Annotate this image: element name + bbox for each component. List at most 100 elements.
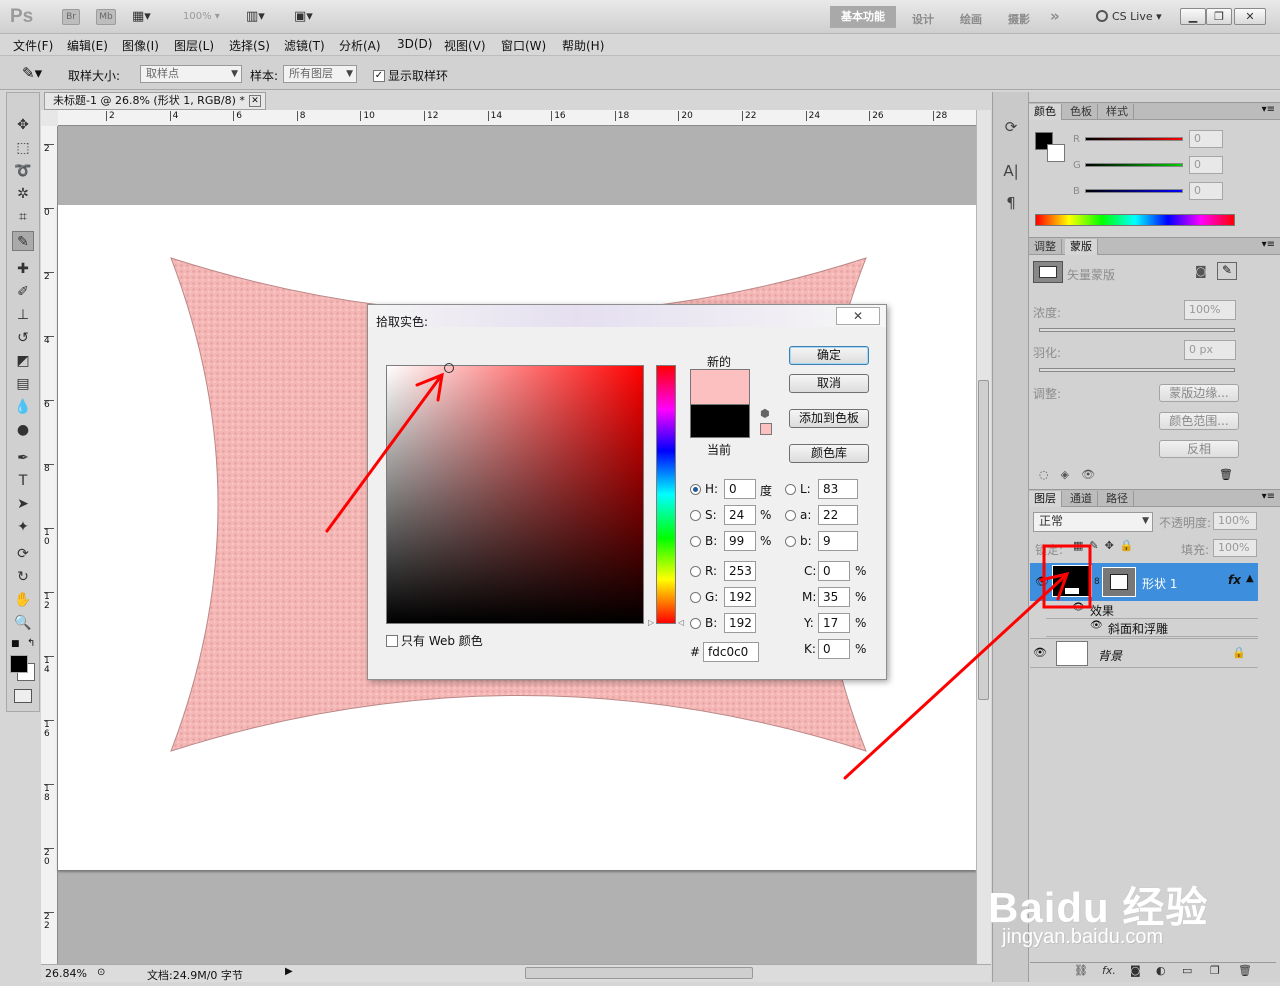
cancel-button[interactable]: 取消: [789, 374, 869, 393]
tab-color[interactable]: 颜色: [1029, 104, 1062, 120]
b-value-field[interactable]: 0: [1189, 182, 1223, 200]
character-panel-icon[interactable]: A|: [1000, 162, 1022, 182]
density-field[interactable]: 100%: [1184, 300, 1236, 320]
eye-icon[interactable]: 👁: [1081, 468, 1107, 481]
layer-row-shape[interactable]: 👁 8 形状 1 fx ▲: [1030, 563, 1258, 601]
radio-b[interactable]: [690, 536, 701, 547]
add-mask-icon[interactable]: ◙: [1130, 964, 1141, 977]
link-icon[interactable]: 8: [1094, 577, 1100, 587]
history-panel-icon[interactable]: ⟳: [1000, 118, 1022, 138]
delete-layer-icon[interactable]: 🗑: [1238, 964, 1252, 977]
s-field[interactable]: 24: [724, 505, 756, 525]
eye-icon[interactable]: 👁: [1032, 646, 1048, 659]
vector-mask-layer-thumbnail[interactable]: [1102, 567, 1136, 597]
panel-menu-icon[interactable]: ▾≡: [1262, 239, 1275, 250]
link-layers-icon[interactable]: ⛓: [1074, 964, 1088, 977]
panel-menu-icon[interactable]: ▾≡: [1262, 491, 1275, 502]
fx-badge[interactable]: fx: [1228, 573, 1241, 587]
color-panel-background[interactable]: [1047, 144, 1065, 162]
new-layer-icon[interactable]: ❐: [1210, 964, 1220, 977]
dialog-titlebar[interactable]: [368, 305, 886, 327]
g-field[interactable]: 192: [724, 587, 756, 607]
invert-button[interactable]: 反相: [1159, 440, 1239, 458]
m-field[interactable]: 35: [818, 587, 850, 607]
new-group-icon[interactable]: ▭: [1182, 964, 1192, 977]
layer-name[interactable]: 背景: [1098, 647, 1122, 664]
radio-g[interactable]: [690, 592, 701, 603]
zoom-readout[interactable]: 26.84%: [45, 967, 87, 980]
hue-slider[interactable]: [656, 365, 676, 624]
radio-s[interactable]: [690, 510, 701, 521]
feather-field[interactable]: 0 px: [1184, 340, 1236, 360]
density-slider[interactable]: [1039, 328, 1235, 332]
status-info-icon[interactable]: ⊙: [97, 967, 105, 978]
layer-name[interactable]: 形状 1: [1142, 575, 1177, 592]
fill-field[interactable]: 100%: [1213, 539, 1257, 557]
eye-icon[interactable]: 👁: [1090, 620, 1103, 631]
a-field[interactable]: 22: [818, 505, 858, 525]
fill-layer-thumbnail[interactable]: [1052, 565, 1092, 597]
feather-slider[interactable]: [1039, 368, 1235, 372]
panel-menu-icon[interactable]: ▾≡: [1262, 104, 1275, 115]
new-adjustment-icon[interactable]: ◐: [1156, 964, 1166, 977]
l-field[interactable]: 83: [818, 479, 858, 499]
radio-lab-b[interactable]: [785, 536, 796, 547]
c-field[interactable]: 0: [818, 561, 850, 581]
radio-h[interactable]: [690, 484, 701, 495]
tab-layers[interactable]: 图层: [1029, 491, 1062, 507]
k-field[interactable]: 0: [818, 639, 850, 659]
lock-all-icon[interactable]: 🔒: [1120, 539, 1140, 552]
paragraph-panel-icon[interactable]: ¶: [1000, 194, 1022, 214]
tab-swatches[interactable]: 色板: [1065, 104, 1098, 120]
blend-mode-select[interactable]: 正常 ▼: [1033, 512, 1153, 532]
tab-masks[interactable]: 蒙版: [1065, 239, 1098, 255]
tab-channels[interactable]: 通道: [1065, 491, 1098, 507]
current-color-swatch[interactable]: [690, 404, 750, 438]
select-pixel-mask-icon[interactable]: ◙: [1195, 264, 1207, 278]
web-safe-swatch[interactable]: [760, 423, 772, 435]
mask-edge-button[interactable]: 蒙版边缘...: [1159, 384, 1239, 402]
tab-paths[interactable]: 路径: [1101, 491, 1134, 507]
add-to-swatches-button[interactable]: 添加到色板: [789, 409, 869, 428]
color-libraries-button[interactable]: 颜色库: [789, 444, 869, 463]
layer-row-background[interactable]: 👁 背景 🔒: [1030, 638, 1258, 668]
hue-slider-left-arrow[interactable]: ▷: [648, 618, 654, 627]
color-spectrum-bar[interactable]: [1035, 214, 1235, 226]
close-dialog-button[interactable]: ✕: [836, 307, 880, 325]
lock-position-icon[interactable]: ✥: [1105, 539, 1120, 552]
g-slider[interactable]: [1085, 163, 1183, 167]
select-vector-mask-icon[interactable]: ✎: [1217, 262, 1237, 280]
effects-row[interactable]: 👁 效果: [1046, 601, 1258, 619]
hue-slider-right-arrow[interactable]: ◁: [678, 618, 684, 627]
add-style-icon[interactable]: fx.: [1102, 964, 1116, 977]
r-field[interactable]: 253: [724, 561, 756, 581]
lock-pixels-icon[interactable]: ✎: [1089, 539, 1104, 552]
radio-r[interactable]: [690, 566, 701, 577]
radio-blue[interactable]: [690, 618, 701, 629]
r-value-field[interactable]: 0: [1189, 130, 1223, 148]
vector-mask-thumbnail[interactable]: [1033, 261, 1063, 283]
g-value-field[interactable]: 0: [1189, 156, 1223, 174]
out-of-gamut-cube-icon[interactable]: ⬢: [760, 407, 770, 420]
color-range-button[interactable]: 颜色范围...: [1159, 412, 1239, 430]
b-slider[interactable]: [1085, 189, 1183, 193]
lab-b-field[interactable]: 9: [818, 531, 858, 551]
horizontal-scroll-thumb[interactable]: [525, 967, 753, 979]
apply-mask-icon[interactable]: ◈: [1061, 468, 1081, 481]
eye-icon[interactable]: 👁: [1072, 602, 1085, 613]
load-selection-icon[interactable]: ◌: [1039, 468, 1061, 481]
radio-a[interactable]: [785, 510, 796, 521]
h-field[interactable]: 0: [724, 479, 756, 499]
hex-field[interactable]: fdc0c0: [703, 642, 759, 662]
saturation-brightness-field[interactable]: [386, 365, 644, 624]
ok-button[interactable]: 确定: [789, 346, 869, 365]
background-layer-thumbnail[interactable]: [1056, 641, 1088, 666]
r-slider[interactable]: [1085, 137, 1183, 141]
opacity-field[interactable]: 100%: [1213, 512, 1257, 530]
web-colors-only-toggle[interactable]: 只有 Web 颜色: [386, 632, 483, 649]
lock-transparent-icon[interactable]: ▦: [1073, 539, 1089, 552]
vertical-scroll-thumb[interactable]: [978, 380, 989, 700]
tab-adjustments[interactable]: 调整: [1029, 239, 1062, 255]
delete-mask-icon[interactable]: 🗑: [1219, 468, 1233, 481]
color-cursor[interactable]: [444, 363, 454, 373]
